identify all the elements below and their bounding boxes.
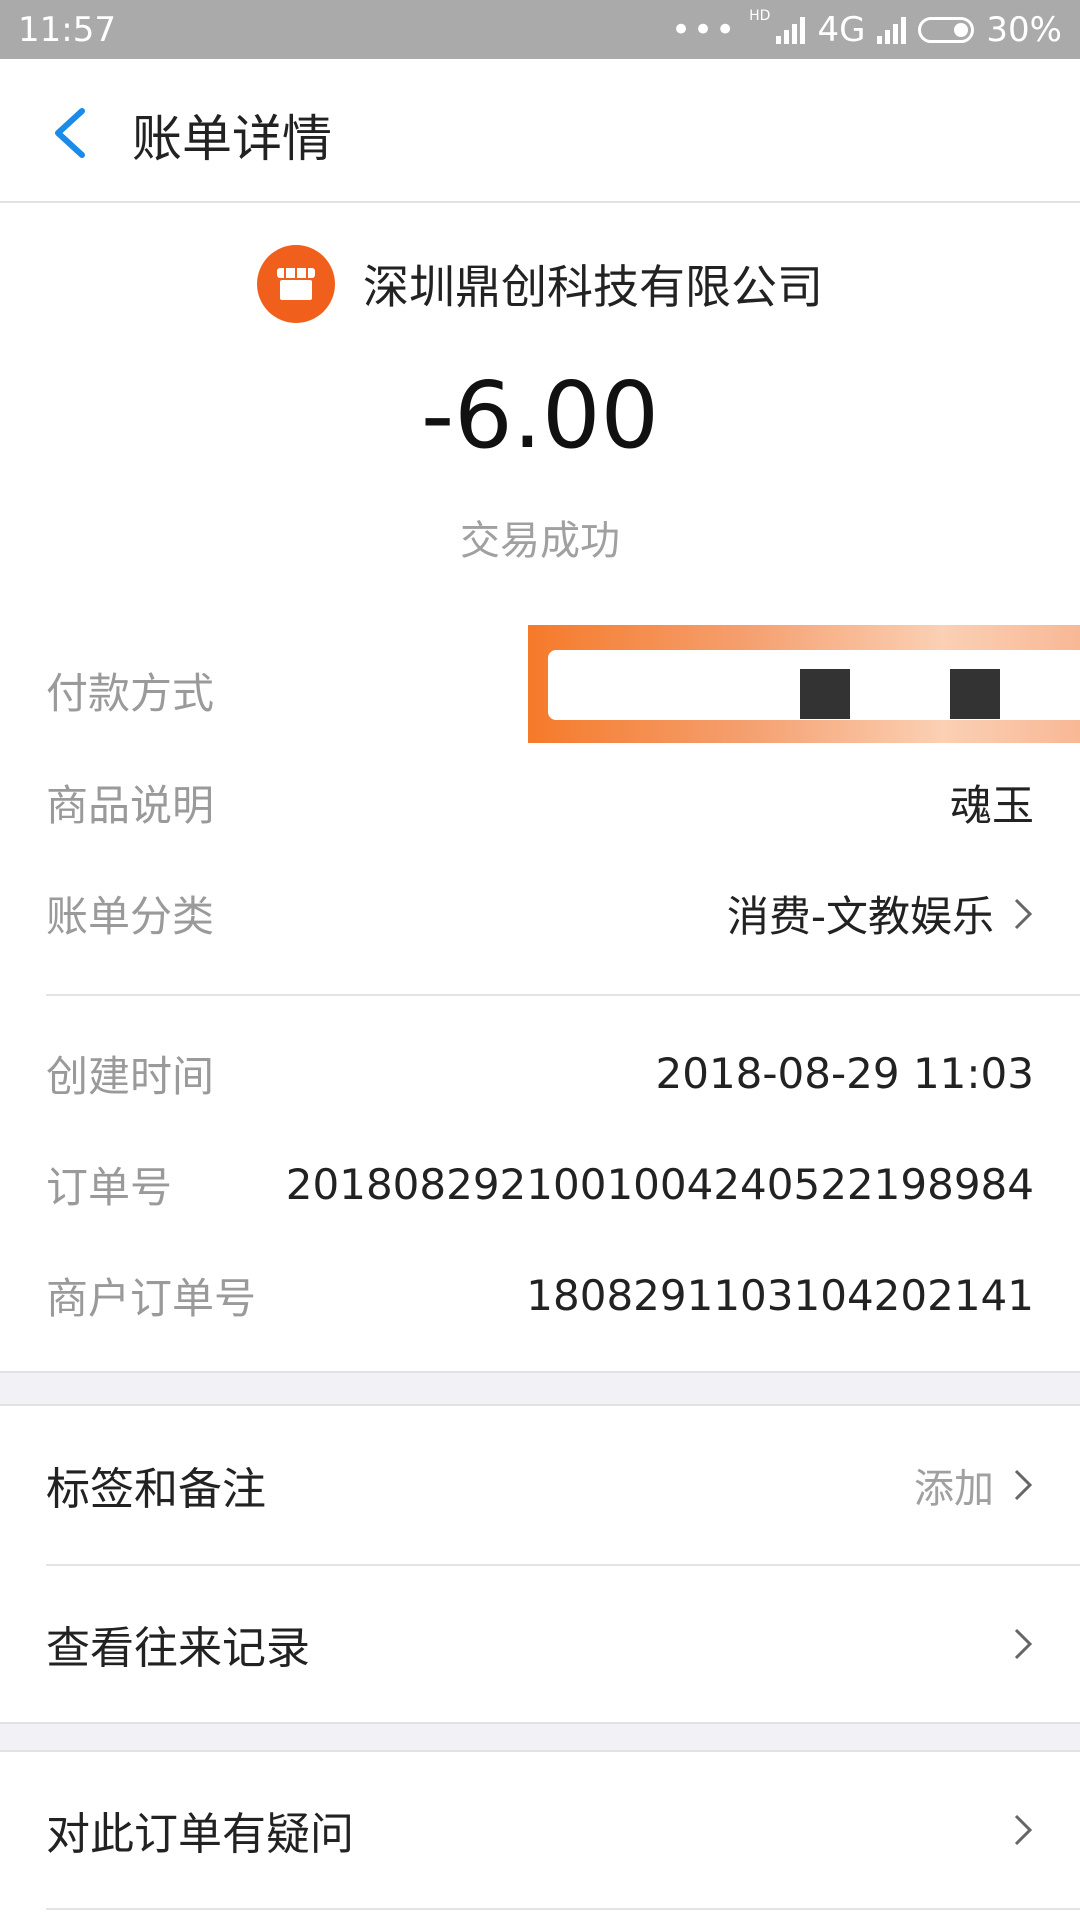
merchant-header: 深圳鼎创科技有限公司 (0, 245, 1080, 323)
battery-icon (918, 16, 975, 43)
category-value: 消费-文教娱乐 (726, 892, 994, 941)
status-icons: ••• HD 4G 30% (670, 7, 1062, 50)
chevron-right-icon (1014, 1469, 1033, 1501)
tags-notes-row[interactable]: 标签和备注 添加 (0, 1406, 1080, 1564)
battery-percent: 30% (986, 9, 1062, 50)
order-number-label: 订单号 (46, 1163, 173, 1212)
page-title: 账单详情 (132, 110, 332, 168)
more-dots-icon: ••• (670, 9, 738, 50)
signal-icon-2 (877, 16, 907, 44)
hd-label: HD (749, 7, 771, 24)
category-value-wrap[interactable]: 消费-文教娱乐 (727, 883, 1034, 944)
product-row: 商品说明 魂玉 (46, 772, 1034, 833)
status-bar: 11:57 ••• HD 4G 30% (0, 0, 1080, 59)
created-time-value: 2018-08-29 11:03 (655, 1049, 1034, 1098)
tags-add-label: 添加 (914, 1466, 994, 1512)
order-number-value: 2018082921001004240522198984 (285, 1160, 1034, 1209)
created-time-label: 创建时间 (46, 1052, 215, 1101)
bottom-divider (46, 1908, 1080, 1910)
view-history-row[interactable]: 查看往来记录 (0, 1566, 1080, 1722)
section-gap-2 (0, 1722, 1080, 1752)
chevron-right-icon (1014, 1814, 1033, 1846)
order-number-row: 订单号 2018082921001004240522198984 (46, 1154, 1034, 1215)
order-question-row[interactable]: 对此订单有疑问 (0, 1752, 1080, 1908)
transaction-amount: -6.00 (420, 362, 660, 469)
status-time: 11:57 (18, 9, 116, 50)
section-divider (46, 994, 1080, 996)
back-arrow-icon[interactable] (48, 105, 96, 161)
signal-icon (776, 16, 806, 44)
product-label: 商品说明 (46, 781, 215, 830)
category-label: 账单分类 (46, 892, 215, 941)
view-history-label: 查看往来记录 (46, 1623, 310, 1674)
transaction-status: 交易成功 (460, 518, 620, 564)
tags-notes-label: 标签和备注 (46, 1464, 266, 1515)
nav-bar: 账单详情 (0, 59, 1080, 203)
merchant-order-value: 1808291103104202141 (526, 1271, 1034, 1320)
payment-method-label: 付款方式 (46, 669, 215, 718)
section-gap (0, 1371, 1080, 1406)
tags-add-action[interactable]: 添加 (914, 1456, 1034, 1514)
merchant-order-label: 商户订单号 (46, 1274, 257, 1323)
chevron-right-icon (1014, 898, 1033, 929)
category-row[interactable]: 账单分类 消费-文教娱乐 (46, 883, 1034, 944)
merchant-name: 深圳鼎创科技有限公司 (363, 260, 823, 314)
store-icon (257, 245, 335, 323)
merchant-order-row: 商户订单号 1808291103104202141 (46, 1265, 1034, 1326)
created-time-row: 创建时间 2018-08-29 11:03 (46, 1043, 1034, 1104)
order-question-label: 对此订单有疑问 (46, 1809, 354, 1860)
payment-method-redacted (528, 625, 1080, 743)
product-value: 魂玉 (949, 781, 1034, 830)
network-type: 4G (817, 9, 866, 50)
chevron-right-icon (1014, 1628, 1033, 1660)
